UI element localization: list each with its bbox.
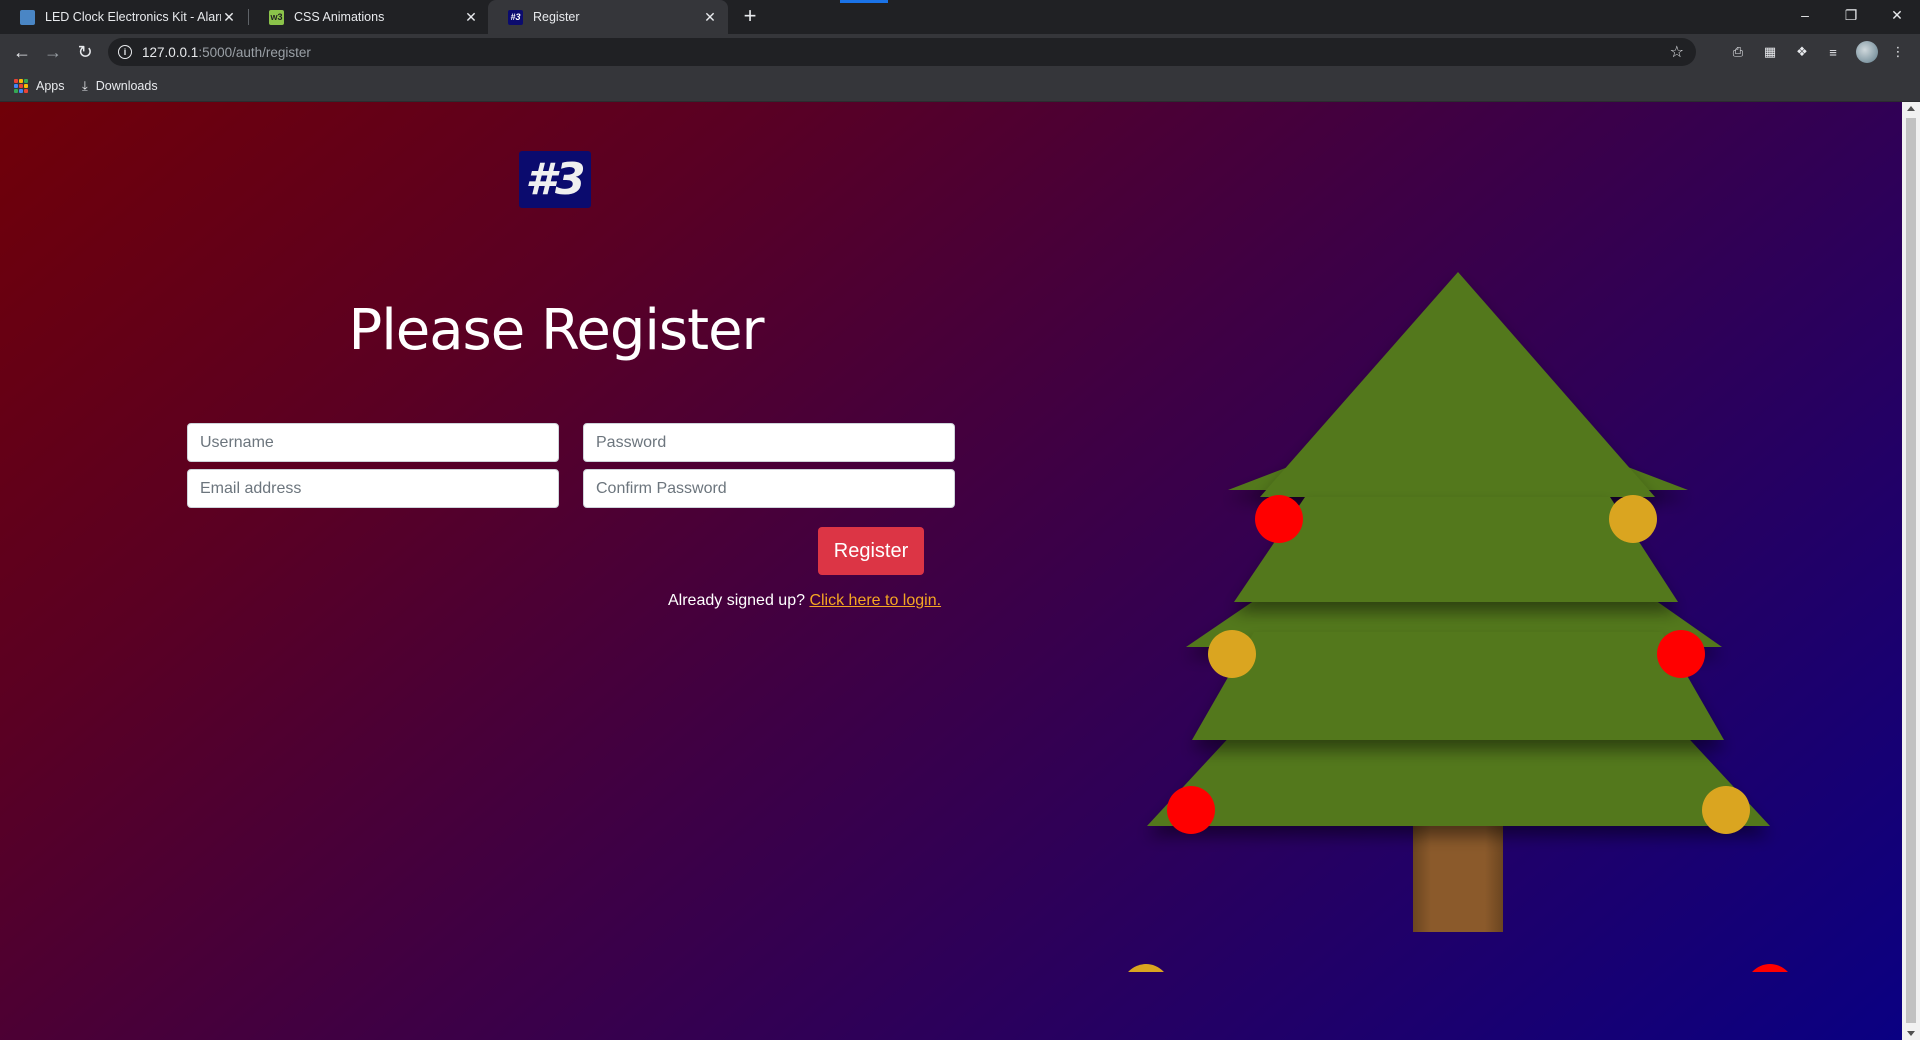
reading-list-icon[interactable]: ≡ bbox=[1823, 42, 1843, 62]
tab-title: CSS Animations bbox=[294, 10, 385, 24]
tab-media-indicator bbox=[840, 0, 888, 3]
scroll-down-arrow-icon[interactable] bbox=[1907, 1031, 1915, 1036]
password-field[interactable] bbox=[583, 423, 955, 462]
scrollbar-thumb[interactable] bbox=[1906, 118, 1916, 1023]
ornament-gold bbox=[1609, 495, 1657, 543]
scroll-up-arrow-icon[interactable] bbox=[1907, 106, 1915, 111]
ornament-gold bbox=[1208, 630, 1256, 678]
bookmarks-bar: Apps ⤓ Downloads bbox=[0, 70, 1920, 102]
reload-icon[interactable]: ↻ bbox=[71, 38, 99, 66]
ornament-gold bbox=[1702, 786, 1750, 834]
url-path: :5000/auth/register bbox=[198, 44, 311, 60]
kit-favicon-icon bbox=[20, 9, 35, 25]
ornament-red bbox=[1255, 495, 1303, 543]
ornament-red bbox=[1167, 786, 1215, 834]
ornament-red bbox=[1657, 630, 1705, 678]
restore-icon[interactable]: ❐ bbox=[1828, 0, 1874, 30]
profile-avatar[interactable] bbox=[1856, 41, 1878, 63]
address-bar[interactable]: i 127.0.0.1:5000/auth/register ☆ bbox=[108, 38, 1696, 66]
username-field[interactable] bbox=[187, 423, 559, 462]
menu-kebab-icon[interactable]: ⋮ bbox=[1888, 42, 1908, 62]
tab-led-clock[interactable]: LED Clock Electronics Kit - Alarm ✕ bbox=[0, 0, 247, 34]
bookmark-label: Downloads bbox=[95, 79, 158, 93]
bookmark-label: Apps bbox=[36, 79, 65, 93]
tree-trunk bbox=[1413, 825, 1503, 932]
image-extension-icon[interactable]: ▦ bbox=[1760, 42, 1780, 62]
login-link[interactable]: Click here to login. bbox=[809, 592, 941, 609]
close-tab-icon[interactable]: ✕ bbox=[463, 9, 479, 25]
w3schools-favicon-icon: w3 bbox=[269, 9, 284, 25]
close-tab-icon[interactable]: ✕ bbox=[702, 9, 718, 25]
bookmark-apps[interactable]: Apps bbox=[14, 76, 65, 96]
signin-prompt: Already signed up? Click here to login. bbox=[668, 592, 941, 610]
minimize-icon[interactable]: – bbox=[1782, 0, 1828, 30]
christmas-tree-illustration bbox=[1128, 272, 1788, 972]
bookmark-star-icon[interactable]: ☆ bbox=[1670, 42, 1684, 62]
tab-css-animations[interactable]: w3 CSS Animations ✕ bbox=[249, 0, 489, 34]
signin-prompt-text: Already signed up? bbox=[668, 592, 805, 609]
new-tab-button[interactable]: + bbox=[738, 5, 762, 29]
back-arrow-icon[interactable]: ← bbox=[8, 38, 36, 66]
ornament-gold bbox=[1128, 964, 1164, 972]
download-icon: ⤓ bbox=[82, 78, 88, 93]
ornament-red bbox=[1752, 964, 1788, 972]
tab-title: Register bbox=[533, 10, 580, 24]
extensions-puzzle-icon[interactable]: ❖ bbox=[1792, 42, 1812, 62]
tree-tier-top bbox=[1260, 272, 1655, 497]
register-button[interactable]: Register bbox=[818, 527, 924, 575]
forward-arrow-icon[interactable]: → bbox=[39, 38, 67, 66]
printer-extension-icon[interactable]: ⎙ bbox=[1728, 42, 1748, 62]
tab-strip: LED Clock Electronics Kit - Alarm ✕ w3 C… bbox=[0, 0, 1920, 34]
site-info-icon[interactable]: i bbox=[118, 45, 132, 59]
page-content: #3 Please Register Register Already sign… bbox=[0, 102, 1902, 1040]
email-field[interactable] bbox=[187, 469, 559, 508]
page-title: Please Register bbox=[348, 298, 764, 363]
tab-register[interactable]: #3 Register ✕ bbox=[488, 0, 728, 34]
bookmark-downloads[interactable]: ⤓ Downloads bbox=[82, 76, 158, 96]
apps-grid-icon bbox=[14, 79, 28, 93]
tab-title: LED Clock Electronics Kit - Alarm bbox=[45, 10, 221, 24]
url-host: 127.0.0.1 bbox=[142, 44, 199, 60]
close-window-icon[interactable]: ✕ bbox=[1874, 0, 1920, 30]
close-tab-icon[interactable]: ✕ bbox=[221, 9, 237, 25]
page-scrollbar[interactable] bbox=[1902, 102, 1920, 1040]
browser-toolbar: ← → ↻ i 127.0.0.1:5000/auth/register ☆ ⎙… bbox=[0, 34, 1920, 70]
site-logo[interactable]: #3 bbox=[519, 151, 591, 208]
register-favicon-icon: #3 bbox=[508, 9, 523, 25]
tree-tier-middle-fill bbox=[1192, 632, 1724, 740]
confirm-password-field[interactable] bbox=[583, 469, 955, 508]
